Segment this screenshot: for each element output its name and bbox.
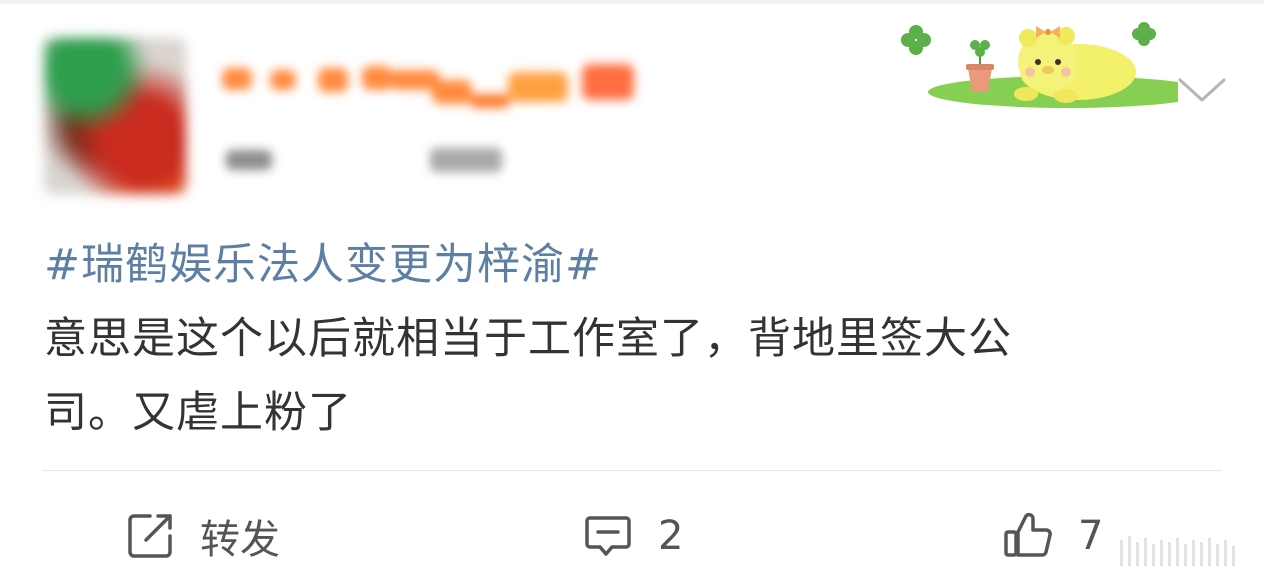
comment-bubble-icon [585,516,631,556]
card-decoration-icon [901,22,1178,108]
post-text-line-2: 司。又虐上粉了 [44,388,352,438]
thumbs-up-icon [1004,512,1052,557]
username[interactable] [222,58,642,108]
like-count: 7 [1078,513,1104,559]
hashtag-link[interactable]: #瑞鹤娱乐法人变更为梓渝# [44,240,602,290]
comment-button[interactable]: 2 [582,506,683,566]
post-content: #瑞鹤娱乐法人变更为梓渝# 意思是这个以后就相当于工作室了，背地里签大公 司。又… [44,228,1224,450]
like-button[interactable]: 7 [1002,506,1103,566]
post-text-line-1: 意思是这个以后就相当于工作室了，背地里签大公 [44,314,1012,364]
post-meta [222,140,512,180]
user-avatar[interactable] [44,38,186,194]
repost-label: 转发 [200,517,280,563]
share-edit-icon [128,514,172,558]
comment-count: 2 [658,513,684,559]
action-bar-divider [42,470,1222,471]
watermark-icon [1120,536,1235,566]
top-divider [0,0,1264,4]
chevron-down-icon[interactable] [1176,72,1228,106]
repost-button[interactable]: 转发 [124,506,280,566]
